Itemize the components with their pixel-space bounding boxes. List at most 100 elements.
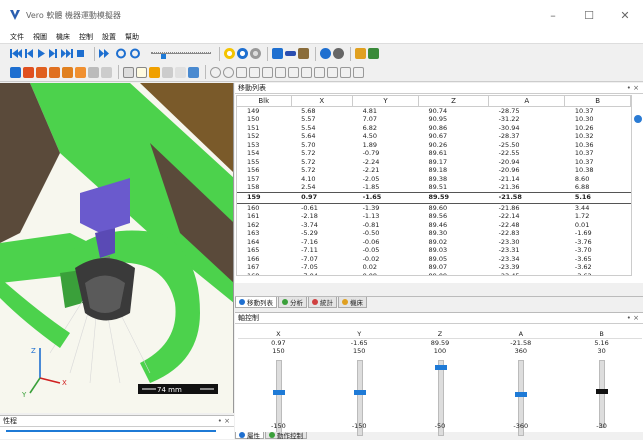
wireframe-icon[interactable] [333, 48, 344, 59]
slider-knob[interactable] [353, 390, 366, 395]
vertical-scrollbar[interactable] [633, 95, 642, 276]
curve-7-icon[interactable] [314, 66, 325, 78]
view-cube-5-icon[interactable] [75, 66, 86, 78]
curve-1-icon[interactable] [236, 66, 247, 78]
table-row[interactable]: 158 2.54 -1.85 89.51 -21.36 6.88 [237, 183, 631, 192]
movement-table[interactable]: Blk X Y Z A B 149 5.68 4.81 90.74 -28.75 10.37 150 5… [236, 95, 632, 276]
table-row[interactable]: 157 4.10 -2.05 89.38 -21.14 8.60 [237, 175, 631, 184]
slider-knob[interactable] [273, 390, 285, 395]
light-bulb-icon[interactable] [224, 48, 235, 59]
column-header[interactable]: Y [352, 96, 419, 107]
zoom-window-icon[interactable] [162, 66, 173, 78]
curve-3-icon[interactable] [262, 66, 273, 78]
view-cube-2-icon[interactable] [36, 66, 47, 78]
grid-green-icon[interactable] [368, 48, 379, 59]
axis-name: Z [399, 330, 481, 339]
tab-movement-list[interactable]: 移動列表 [235, 297, 277, 308]
curve-2-icon[interactable] [249, 66, 260, 78]
step-controls-icon[interactable] [99, 48, 147, 59]
table-row[interactable]: 163 -5.29 -0.50 89.30 -22.83 -1.69 [237, 229, 631, 238]
rotate-icon[interactable] [123, 66, 134, 78]
table-row[interactable]: 166 -7.07 -0.02 89.05 -23.34 -3.65 [237, 255, 631, 264]
curve-10-icon[interactable] [353, 66, 364, 78]
speed-slider[interactable] [151, 48, 211, 59]
menu-view[interactable]: 視圖 [33, 32, 47, 42]
table-row[interactable]: 162 -3.74 -0.81 89.46 -22.48 0.01 [237, 221, 631, 230]
curve-8-icon[interactable] [327, 66, 338, 78]
table-row[interactable]: 155 5.72 -2.24 89.17 -20.94 10.37 [237, 158, 631, 167]
column-header[interactable]: A [488, 96, 566, 107]
table-row[interactable]: 153 5.70 1.89 90.26 -25.50 10.36 [237, 141, 631, 150]
table-row[interactable]: 149 5.68 4.81 90.74 -28.75 10.37 [237, 106, 631, 115]
panel-pin-icon[interactable]: • × [627, 84, 639, 92]
shading-icon[interactable] [320, 48, 331, 59]
properties-panel: 性程 • × [0, 415, 234, 439]
zoom-icon[interactable] [149, 66, 160, 78]
view-cube-3-icon[interactable] [49, 66, 60, 78]
panel-pin-icon[interactable]: • × [627, 314, 639, 322]
sphere-blue-icon[interactable] [237, 48, 248, 59]
table-row[interactable]: 152 5.64 4.50 90.67 -28.37 10.32 [237, 132, 631, 141]
sphere-gray-icon[interactable] [250, 48, 261, 59]
view-cube-4-icon[interactable] [62, 66, 73, 78]
menu-settings[interactable]: 設置 [102, 32, 116, 42]
axis-column: A -21.58 360 [480, 330, 562, 355]
menu-control[interactable]: 控制 [79, 32, 93, 42]
column-header[interactable]: Z [418, 96, 490, 107]
tab-analysis[interactable]: 分析 [278, 297, 307, 308]
table-row[interactable]: 159 0.97 -1.65 89.59 -21.58 5.16 [237, 191, 631, 204]
close-button[interactable]: ✕ [607, 0, 643, 30]
curve-4-icon[interactable] [275, 66, 286, 78]
maximize-button[interactable]: ☐ [571, 0, 607, 30]
view-cube-1-icon[interactable] [23, 66, 34, 78]
playback-controls-icon[interactable] [10, 48, 90, 59]
column-header[interactable]: B [564, 96, 631, 107]
table-row[interactable]: 156 5.72 -2.21 89.18 -20.96 10.38 [237, 166, 631, 175]
table-row[interactable]: 164 -7.16 -0.06 89.02 -23.30 -3.76 [237, 238, 631, 247]
fixture-icon[interactable] [298, 48, 309, 59]
table-row[interactable]: 167 -7.05 0.02 89.07 -23.39 -3.62 [237, 263, 631, 272]
stock-icon[interactable] [285, 51, 296, 56]
menu-file[interactable]: 文件 [10, 32, 24, 42]
curve-5-icon[interactable] [288, 66, 299, 78]
table-cell: 5.64 [301, 132, 316, 140]
slider-knob[interactable] [596, 388, 609, 394]
table-row[interactable]: 168 -7.04 0.08 89.09 -23.45 -3.62 [237, 271, 631, 276]
table-row[interactable]: 165 -7.11 -0.05 89.03 -23.31 -3.70 [237, 246, 631, 255]
grid-icon[interactable] [355, 48, 366, 59]
slider-knob[interactable] [434, 365, 447, 371]
circle-1-icon[interactable] [210, 66, 221, 78]
table-row[interactable]: 150 5.57 7.07 90.95 -31.22 10.30 [237, 115, 631, 124]
pan-icon[interactable] [136, 66, 147, 78]
fit-icon[interactable] [10, 66, 21, 78]
curve-6-icon[interactable] [301, 66, 312, 78]
tab-properties[interactable]: 屬性 [235, 432, 264, 440]
curve-9-icon[interactable] [340, 66, 351, 78]
view-cube-6-icon[interactable] [88, 66, 99, 78]
minimize-button[interactable]: – [535, 0, 571, 30]
scrollbar-thumb[interactable] [634, 115, 642, 123]
table-row[interactable]: 160 -0.61 -1.39 89.60 -21.86 3.44 [237, 203, 631, 212]
toolpath-icon[interactable] [272, 48, 283, 59]
column-header[interactable]: Blk [237, 96, 292, 107]
table-row[interactable]: 151 5.54 6.82 90.86 -30.94 10.26 [237, 124, 631, 133]
slider-knob[interactable] [515, 391, 528, 397]
tab-statistics[interactable]: 統計 [308, 297, 337, 308]
axis-slider[interactable] [596, 360, 609, 428]
section-icon[interactable] [175, 66, 186, 78]
3d-viewport[interactable]: Z X Y 74 mm [0, 83, 234, 413]
tab-machine[interactable]: 機床 [338, 297, 367, 308]
table-cell: -7.04 [301, 271, 318, 276]
panel-pin-icon[interactable]: • × [218, 417, 230, 425]
tab-motion-control[interactable]: 動作控制 [265, 432, 307, 440]
table-row[interactable]: 154 5.72 -0.79 89.61 -22.55 10.37 [237, 149, 631, 158]
table-cell: 150 [247, 115, 260, 123]
view-cube-7-icon[interactable] [101, 66, 112, 78]
circle-2-icon[interactable] [223, 66, 234, 78]
table-row[interactable]: 161 -2.18 -1.13 89.56 -22.14 1.72 [237, 212, 631, 221]
column-header[interactable]: X [291, 96, 354, 107]
measure-icon[interactable] [188, 66, 199, 78]
table-cell: 90.95 [428, 115, 448, 123]
menu-machine[interactable]: 機床 [56, 32, 70, 42]
menu-help[interactable]: 幫助 [125, 32, 139, 42]
